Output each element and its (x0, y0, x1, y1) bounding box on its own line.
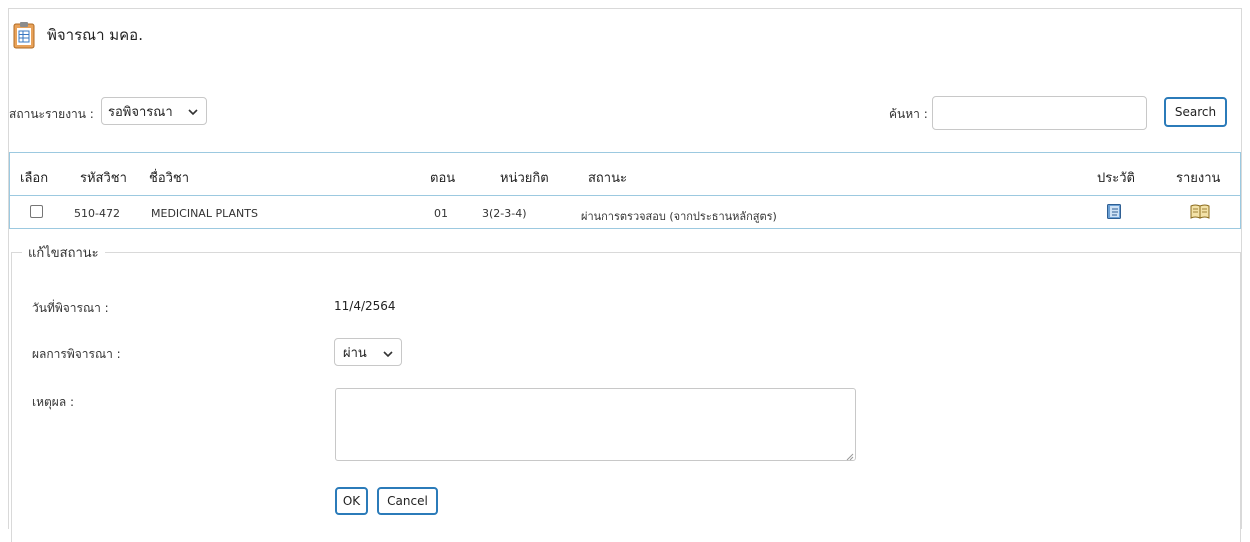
row-select-checkbox[interactable] (30, 205, 43, 218)
search-label: ค้นหา : (889, 107, 928, 121)
edit-status-legend: แก้ไขสถานะ (22, 242, 105, 263)
cancel-button[interactable]: Cancel (377, 487, 438, 515)
review-date-label: วันที่พิจารณา : (32, 301, 109, 315)
resize-grip-icon[interactable] (845, 450, 854, 461)
table-header: เลือก รหัสวิชา ชื่อวิชา ตอน หน่วยกิต สถา… (10, 153, 1240, 196)
header-status: สถานะ (588, 171, 627, 186)
header-name: ชื่อวิชา (149, 171, 190, 186)
chevron-down-icon (383, 348, 393, 358)
history-book-icon[interactable] (1107, 204, 1121, 222)
chevron-down-icon (188, 106, 198, 116)
status-filter-label: สถานะรายงาน : (9, 107, 94, 121)
course-table: เลือก รหัสวิชา ชื่อวิชา ตอน หน่วยกิต สถา… (9, 152, 1241, 229)
open-book-icon[interactable] (1190, 204, 1210, 222)
header-history: ประวัติ (1097, 171, 1135, 186)
row-section: 01 (434, 207, 448, 220)
table-row: 510-472 MEDICINAL PLANTS 01 3(2-3-4) ผ่า… (10, 196, 1240, 229)
header-code: รหัสวิชา (80, 171, 127, 186)
header-select: เลือก (20, 171, 49, 186)
filter-bar: สถานะรายงาน : รอพิจารณา ค้นหา : Search (9, 96, 1241, 130)
reason-label: เหตุผล : (32, 395, 75, 409)
header-section: ตอน (430, 171, 456, 186)
page-frame: พิจารณา มคอ. สถานะรายงาน : รอพิจารณา ค้น… (8, 8, 1242, 542)
page-header: พิจารณา มคอ. (13, 21, 143, 49)
status-filter-value: รอพิจารณา (108, 104, 173, 120)
row-name: MEDICINAL PLANTS (151, 207, 258, 220)
edit-status-fieldset: แก้ไขสถานะ วันที่พิจารณา : 11/4/2564 ผลก… (11, 242, 1241, 542)
clipboard-icon (13, 21, 35, 49)
search-input[interactable] (932, 96, 1147, 130)
review-result-select[interactable]: ผ่าน (334, 338, 402, 366)
page-title: พิจารณา มคอ. (47, 26, 143, 44)
review-result-value: ผ่าน (343, 345, 367, 361)
row-code: 510-472 (74, 207, 120, 220)
row-status: ผ่านการตรวจสอบ (จากประธานหลักสูตร) (581, 210, 777, 223)
header-credits: หน่วยกิต (500, 171, 549, 186)
review-date-value: 11/4/2564 (334, 299, 396, 313)
search-button[interactable]: Search (1164, 97, 1227, 127)
header-report: รายงาน (1176, 171, 1221, 186)
review-result-label: ผลการพิจารณา : (32, 347, 121, 361)
reason-textarea[interactable] (335, 388, 856, 461)
row-credits: 3(2-3-4) (482, 207, 527, 220)
ok-button[interactable]: OK (335, 487, 368, 515)
status-filter-select[interactable]: รอพิจารณา (101, 97, 207, 125)
